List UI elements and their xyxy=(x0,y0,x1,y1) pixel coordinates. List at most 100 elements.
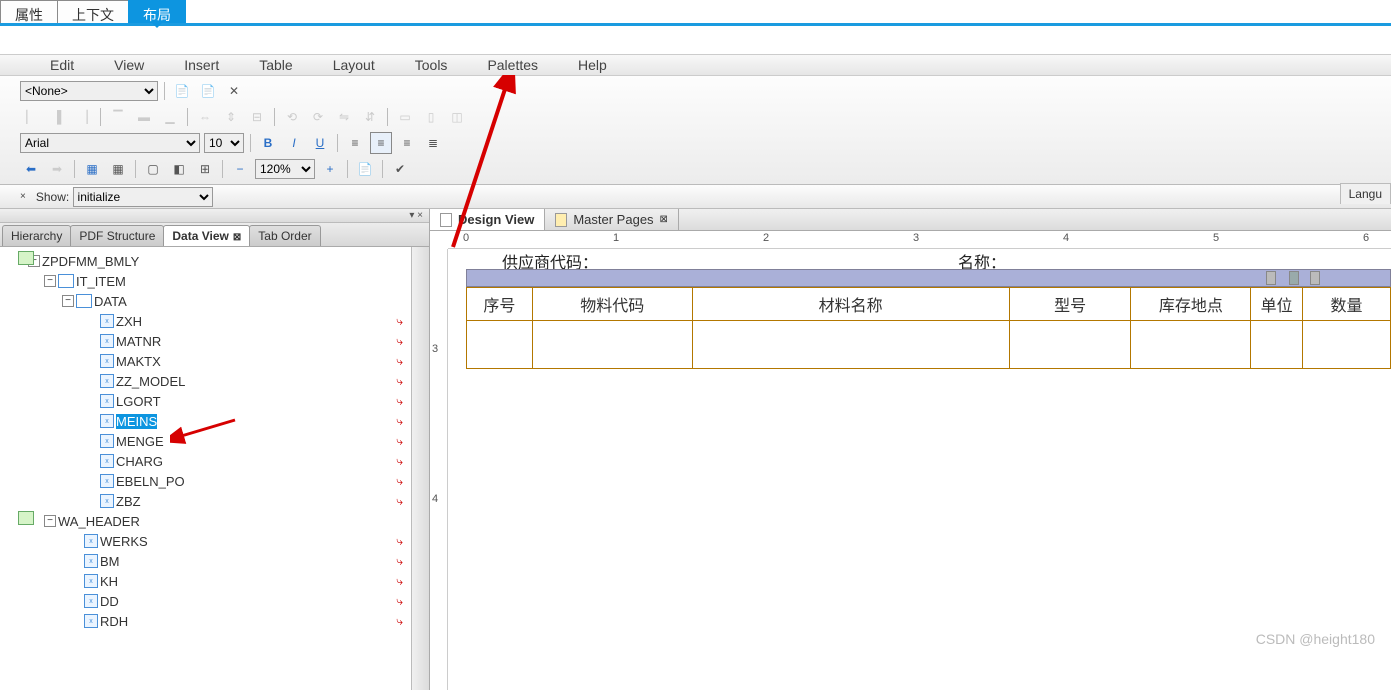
data-tree[interactable]: −ZPDFMM_BMLY −IT_ITEM −DATA xZXH⤷xMATNR⤷… xyxy=(0,247,429,690)
zoom-select[interactable]: 120% xyxy=(255,159,315,179)
table-cell[interactable] xyxy=(1251,321,1303,369)
tab-tab-order[interactable]: Tab Order xyxy=(249,225,320,246)
tree-data[interactable]: −DATA xyxy=(0,291,429,311)
tree-it-item[interactable]: −IT_ITEM xyxy=(0,271,429,291)
tree-root[interactable]: −ZPDFMM_BMLY xyxy=(0,251,429,271)
delete-icon[interactable]: ✕ xyxy=(223,80,245,102)
tree-field-zxh[interactable]: xZXH⤷ xyxy=(0,311,429,331)
tab-design-view[interactable]: Design View xyxy=(430,209,545,230)
text-align-right-icon[interactable]: ≡ xyxy=(396,132,418,154)
flip-v-icon[interactable]: ⇵ xyxy=(359,106,381,128)
column-handle[interactable] xyxy=(1310,271,1320,285)
text-align-left-icon[interactable]: ≡ xyxy=(344,132,366,154)
tree-field-werks[interactable]: xWERKS⤷ xyxy=(0,531,429,551)
tab-pdf-structure[interactable]: PDF Structure xyxy=(70,225,164,246)
tab-context[interactable]: 上下文 xyxy=(57,0,129,23)
data-table[interactable]: 序号物料代码材料名称型号库存地点单位数量 xyxy=(466,287,1391,369)
forward-icon[interactable]: ➡ xyxy=(46,158,68,180)
close-icon[interactable]: ⊠ xyxy=(233,232,241,243)
table-header[interactable]: 单位 xyxy=(1251,288,1303,321)
menu-tools[interactable]: Tools xyxy=(395,57,468,73)
column-handle[interactable] xyxy=(1289,271,1299,285)
menu-table[interactable]: Table xyxy=(239,57,312,73)
tree-field-bm[interactable]: xBM⤷ xyxy=(0,551,429,571)
menu-insert[interactable]: Insert xyxy=(164,57,239,73)
fit-both-icon[interactable]: ◫ xyxy=(446,106,468,128)
new-doc-icon[interactable]: 📄 xyxy=(171,80,193,102)
table-cell[interactable] xyxy=(1303,321,1391,369)
align-top-icon[interactable]: ▔ xyxy=(107,106,129,128)
column-handle[interactable] xyxy=(1266,271,1276,285)
check-icon[interactable]: ✔ xyxy=(389,158,411,180)
bold-icon[interactable]: B xyxy=(257,132,279,154)
tree-field-kh[interactable]: xKH⤷ xyxy=(0,571,429,591)
close-show-icon[interactable]: × xyxy=(20,191,26,202)
grid-icon[interactable]: ▦ xyxy=(81,158,103,180)
table-cell[interactable] xyxy=(532,321,692,369)
tab-attributes[interactable]: 属性 xyxy=(0,0,58,23)
tree-field-zz_model[interactable]: xZZ_MODEL⤷ xyxy=(0,371,429,391)
tab-hierarchy[interactable]: Hierarchy xyxy=(2,225,71,246)
rotate-ccw-icon[interactable]: ⟲ xyxy=(281,106,303,128)
tree-field-zbz[interactable]: xZBZ⤷ xyxy=(0,491,429,511)
back-icon[interactable]: ⬅ xyxy=(20,158,42,180)
align-middle-icon[interactable]: ▬ xyxy=(133,106,155,128)
distribute-h-icon[interactable]: ⇔ xyxy=(194,106,216,128)
tree-field-meins[interactable]: xMEINS⤷ xyxy=(0,411,429,431)
tree-field-maktx[interactable]: xMAKTX⤷ xyxy=(0,351,429,371)
tree-field-dd[interactable]: xDD⤷ xyxy=(0,591,429,611)
align-right-icon[interactable]: ▕ xyxy=(72,106,94,128)
tree-field-matnr[interactable]: xMATNR⤷ xyxy=(0,331,429,351)
table-cell[interactable] xyxy=(692,321,1009,369)
rect-icon[interactable]: ▢ xyxy=(142,158,164,180)
size-select[interactable]: 10 xyxy=(204,133,244,153)
text-align-justify-icon[interactable]: ≣ xyxy=(422,132,444,154)
align-center-icon[interactable]: ▐ xyxy=(46,106,68,128)
menu-help[interactable]: Help xyxy=(558,57,627,73)
language-tab[interactable]: Langu xyxy=(1340,183,1391,204)
menu-layout[interactable]: Layout xyxy=(313,57,395,73)
table-cell[interactable] xyxy=(1009,321,1131,369)
flip-h-icon[interactable]: ⇋ xyxy=(333,106,355,128)
center-h-icon[interactable]: ⊟ xyxy=(246,106,268,128)
table-header[interactable]: 数量 xyxy=(1303,288,1391,321)
filter-select[interactable]: <None> xyxy=(20,81,158,101)
rotate-cw-icon[interactable]: ⟳ xyxy=(307,106,329,128)
preview-icon[interactable]: 📄 xyxy=(354,158,376,180)
tab-data-view[interactable]: Data View⊠ xyxy=(163,225,250,246)
tab-layout[interactable]: 布局 xyxy=(128,0,186,23)
menu-palettes[interactable]: Palettes xyxy=(467,57,558,73)
fit-width-icon[interactable]: ▭ xyxy=(394,106,416,128)
font-select[interactable]: Arial xyxy=(20,133,200,153)
fit-height-icon[interactable]: ▯ xyxy=(420,106,442,128)
tree-field-menge[interactable]: xMENGE⤷ xyxy=(0,431,429,451)
tree-field-charg[interactable]: xCHARG⤷ xyxy=(0,451,429,471)
tree-wa-header[interactable]: −WA_HEADER xyxy=(0,511,429,531)
align-bottom-icon[interactable]: ▁ xyxy=(159,106,181,128)
table-header[interactable]: 物料代码 xyxy=(532,288,692,321)
menu-edit[interactable]: Edit xyxy=(30,57,94,73)
design-canvas[interactable]: 供应商代码： 名称： 序号物料代码材料名称型号库存地点单位数量 xyxy=(448,249,1391,690)
align-left-icon[interactable]: ▏ xyxy=(20,106,42,128)
table-cell[interactable] xyxy=(1131,321,1251,369)
table-header[interactable]: 材料名称 xyxy=(692,288,1009,321)
panel-menu-icon[interactable]: ▾ × xyxy=(409,210,423,221)
tree-field-ebeln_po[interactable]: xEBELN_PO⤷ xyxy=(0,471,429,491)
menu-view[interactable]: View xyxy=(94,57,164,73)
tree-field-lgort[interactable]: xLGORT⤷ xyxy=(0,391,429,411)
table-header[interactable]: 库存地点 xyxy=(1131,288,1251,321)
italic-icon[interactable]: I xyxy=(283,132,305,154)
table-header[interactable]: 序号 xyxy=(467,288,533,321)
close-icon[interactable]: ⊠ xyxy=(660,214,668,225)
rect-dash-icon[interactable]: ◧ xyxy=(168,158,190,180)
tree-field-rdh[interactable]: xRDH⤷ xyxy=(0,611,429,631)
zoom-in-icon[interactable]: + xyxy=(319,158,341,180)
zoom-out-icon[interactable]: − xyxy=(229,158,251,180)
distribute-v-icon[interactable]: ⇕ xyxy=(220,106,242,128)
snap-icon[interactable]: ▦ xyxy=(107,158,129,180)
table-cell[interactable] xyxy=(467,321,533,369)
tab-master-pages[interactable]: Master Pages⊠ xyxy=(545,209,679,230)
text-align-center-icon[interactable]: ≡ xyxy=(370,132,392,154)
add-page-icon[interactable]: 📄 xyxy=(197,80,219,102)
show-select[interactable]: initialize xyxy=(73,187,213,207)
